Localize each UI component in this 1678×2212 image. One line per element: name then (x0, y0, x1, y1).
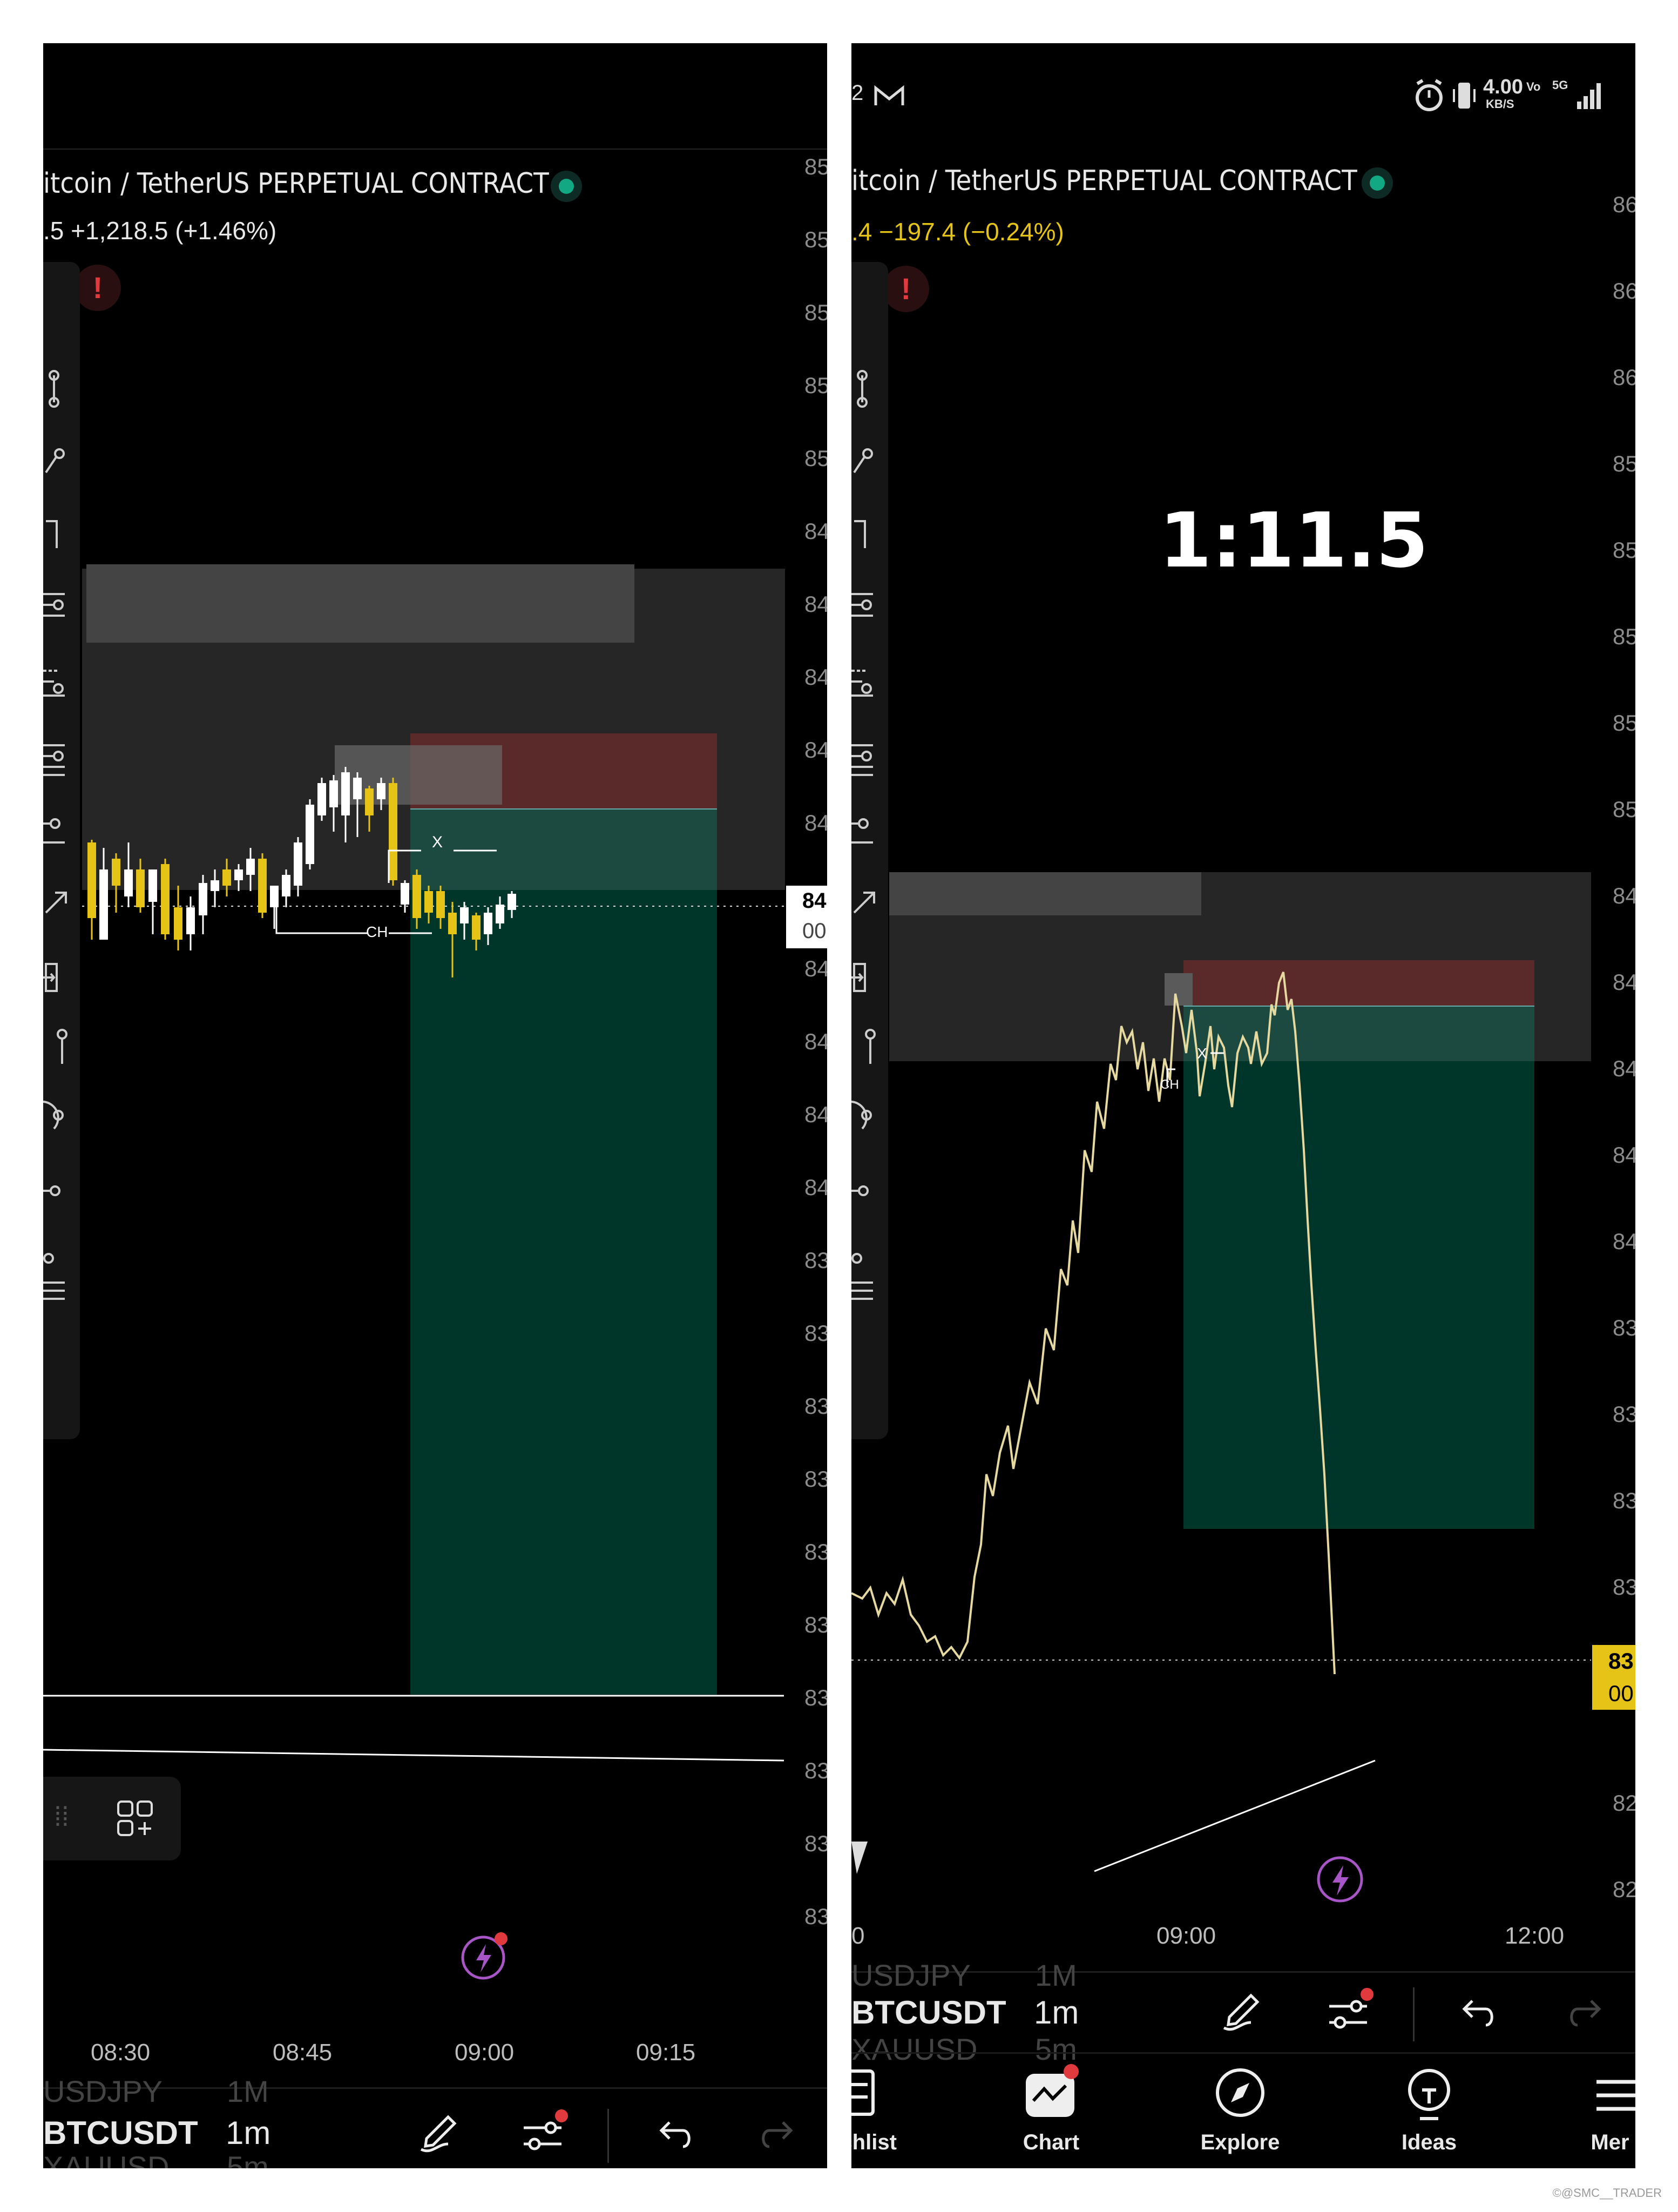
time-label: 08:45 (273, 2039, 333, 2066)
watermark: ©@SMC__TRADER (1552, 2186, 1662, 2200)
undo-icon[interactable] (1451, 1990, 1499, 2039)
symbol-active[interactable]: BTCUSDT (43, 2114, 198, 2152)
timeframe-active[interactable]: 1m (1034, 1994, 1079, 2031)
widget-bar: ⁞⁞ (43, 1777, 181, 1860)
ch-label: CH (366, 923, 388, 940)
timeframe-next[interactable]: 5m (1035, 2032, 1077, 2067)
nav-menu[interactable]: Mer (1551, 2130, 1635, 2155)
price-axis[interactable]: 85 85 85 85 85 84 84 84 84 84 84 84 84 8… (804, 43, 827, 1987)
lightbulb-icon[interactable] (1399, 2066, 1459, 2125)
chart-icon[interactable] (1021, 2063, 1081, 2122)
menu-icon[interactable] (1591, 2071, 1635, 2120)
add-widget-icon[interactable] (116, 1799, 155, 1838)
nav-watchlist[interactable]: tchlist (851, 2130, 924, 2155)
brush-icon[interactable] (410, 2106, 464, 2160)
settings-icon[interactable] (1324, 1985, 1378, 2039)
time-label: 08:30 (91, 2039, 151, 2066)
time-label: 0 (851, 1923, 865, 1949)
settings-icon[interactable] (518, 2106, 572, 2160)
drag-handle-icon[interactable]: ⁞⁞ (54, 1801, 69, 1832)
nav-ideas[interactable]: Ideas (1370, 2130, 1488, 2155)
watchlist-icon[interactable] (851, 2066, 884, 2120)
timeframe-prev[interactable]: 1M (1035, 1958, 1077, 1993)
stop-loss-zone (1183, 960, 1534, 1006)
collapse-icon[interactable] (851, 1842, 873, 1885)
timeframe-prev[interactable]: 1M (227, 2074, 269, 2109)
symbol-next[interactable]: XAUUSD (851, 2032, 977, 2067)
time-label: 09:00 (455, 2039, 515, 2066)
take-profit-zone (410, 809, 717, 1695)
x-label: X (1197, 1045, 1207, 1062)
zone-label-block (86, 564, 634, 643)
ch-label: CH (1160, 1077, 1179, 1092)
redo-icon[interactable] (756, 2112, 804, 2160)
flash-icon[interactable] (1313, 1852, 1367, 1906)
chart-canvas[interactable] (851, 43, 1635, 2168)
time-label: 09:15 (636, 2039, 696, 2066)
zone-label-block (889, 872, 1201, 915)
current-price-box: 84 00 (786, 886, 827, 948)
undo-icon[interactable] (648, 2112, 696, 2160)
left-screenshot: itcoin / TetherUS PERPETUAL CONTRACT .5 … (43, 43, 827, 2168)
nav-chart[interactable]: Chart (992, 2130, 1111, 2155)
take-profit-zone (1183, 1006, 1534, 1529)
timeframe-active[interactable]: 1m (226, 2114, 270, 2152)
right-screenshot: 2 4.00 KB/S Vo 5G itcoin / TetherUS PERP… (851, 43, 1635, 2168)
flash-icon[interactable] (459, 1928, 513, 1982)
timeframe-next[interactable]: 5m (227, 2149, 269, 2168)
symbol-active[interactable]: BTCUSDT (851, 1994, 1006, 2031)
time-label: 09:00 (1156, 1923, 1216, 1949)
compass-icon[interactable] (1210, 2066, 1270, 2125)
brush-icon[interactable] (1213, 1985, 1267, 2039)
current-price-box: 83 00 (1592, 1645, 1635, 1710)
symbol-prev[interactable]: USDJPY (851, 1958, 971, 1993)
symbol-next[interactable]: XAUUSD (43, 2149, 169, 2168)
nav-explore[interactable]: Explore (1181, 2130, 1300, 2155)
trend-line-2[interactable] (43, 1749, 784, 1762)
symbol-prev[interactable]: USDJPY (43, 2074, 163, 2109)
redo-icon[interactable] (1564, 1990, 1613, 2039)
time-label: 12:00 (1505, 1923, 1565, 1949)
x-label: X (432, 833, 443, 851)
